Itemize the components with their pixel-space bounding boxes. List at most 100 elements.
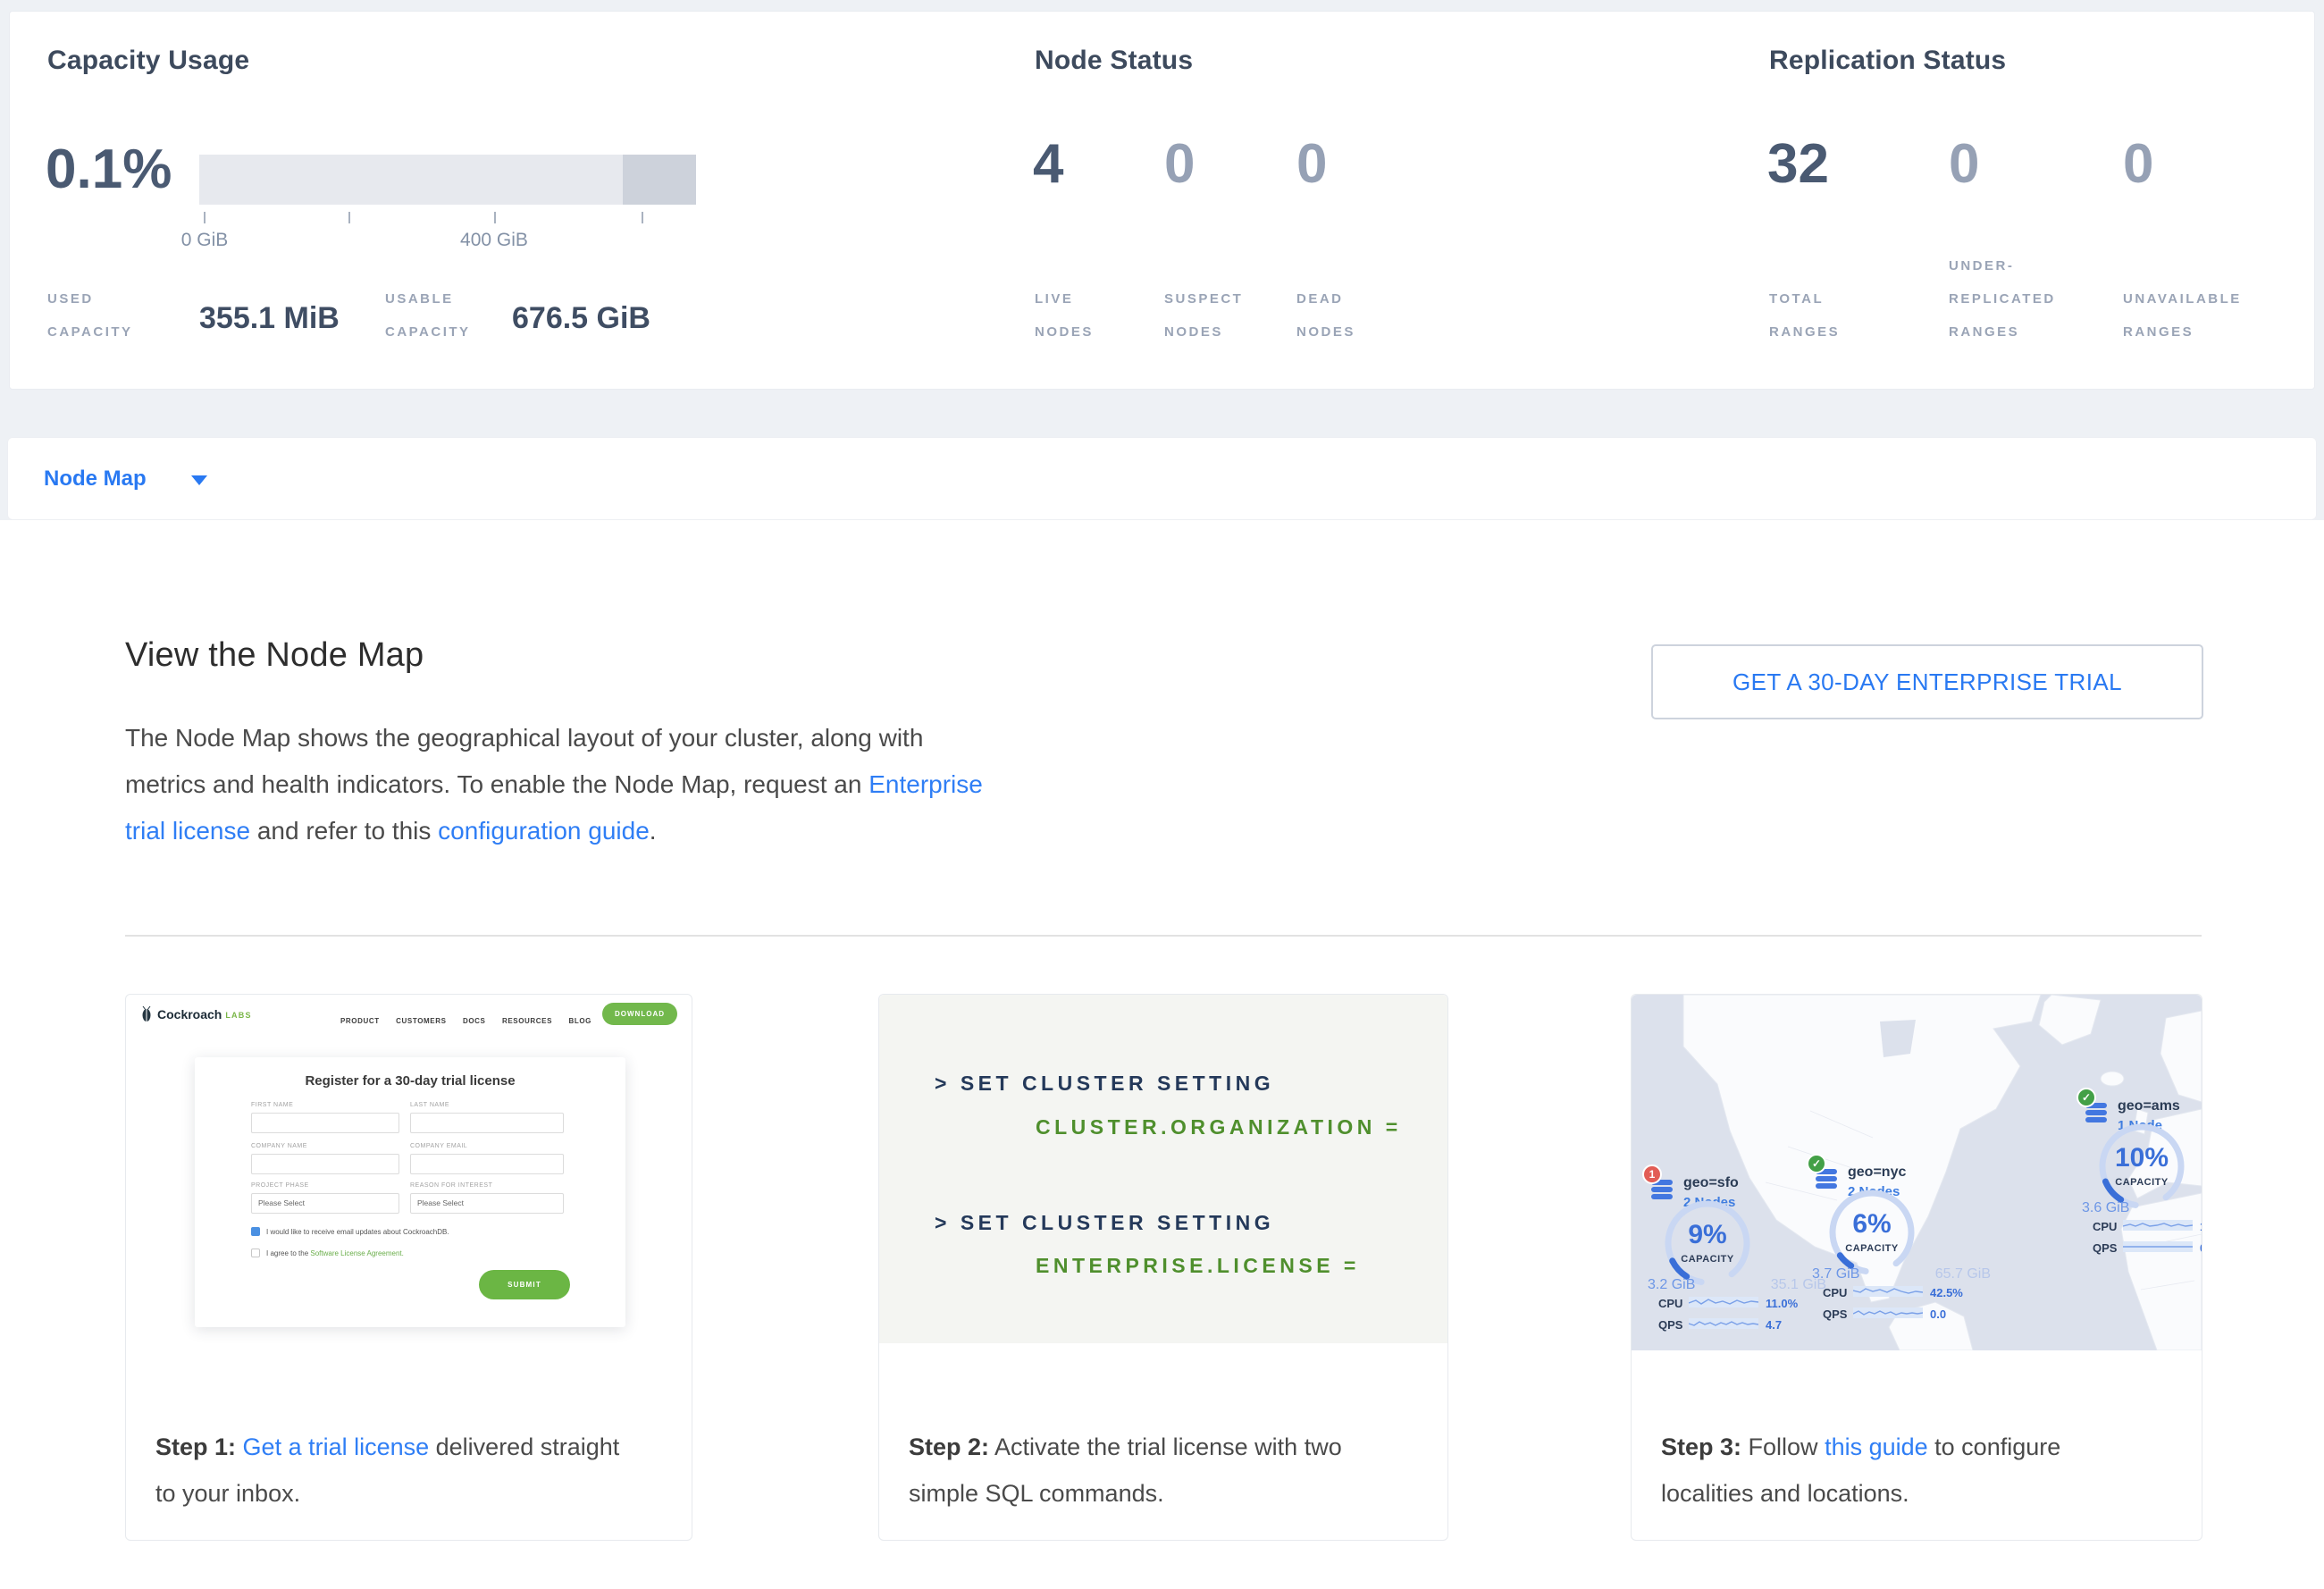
cpu-label: CPU	[2093, 1220, 2117, 1233]
enterprise-trial-license-link[interactable]: Enterprise	[868, 770, 983, 798]
suspect-nodes-label: SUSPECT	[1164, 292, 1243, 306]
capacity-percent: 9%	[1658, 1220, 1757, 1250]
qps-label: QPS	[1823, 1307, 1847, 1321]
mini-nav-item: CUSTOMERS	[396, 1017, 446, 1025]
qps-sparkline	[1689, 1316, 1758, 1331]
step-text-part: to configure	[1928, 1433, 2061, 1460]
total-ranges-label: TOTAL	[1769, 292, 1824, 306]
node-map-description: The Node Map shows the geographical layo…	[125, 715, 1054, 854]
used-capacity-label: CAPACITY	[47, 325, 133, 339]
under-replicated-label: REPLICATED	[1949, 292, 2056, 306]
replication-status-title: Replication Status	[1769, 46, 2006, 76]
used-capacity-label: USED	[47, 292, 94, 306]
cockroach-labs-logo: Cockroach LABS	[140, 1005, 252, 1022]
capacity-usage-title: Capacity Usage	[47, 46, 249, 76]
email-updates-checkbox-label: I would like to receive email updates ab…	[266, 1228, 449, 1236]
chevron-down-icon	[191, 475, 207, 485]
qps-sparkline	[1853, 1306, 1923, 1320]
under-replicated-label: UNDER-	[1949, 259, 2014, 273]
cluster-overview-page: Capacity Usage 0.1% 0 GiB 400 GiB USED C…	[0, 0, 2324, 1589]
node-map-illustration: 1 geo=sfo 2 Nodes 9% CAPACITY 3.2 GiB 35…	[1632, 995, 2202, 1350]
step-text-part: Follow	[1741, 1433, 1825, 1460]
sql-code-illustration: > SET CLUSTER SETTING CLUSTER.ORGANIZATI…	[879, 995, 1447, 1343]
capacity-usage-percent: 0.1%	[46, 142, 172, 198]
step-label: Step 3:	[1661, 1433, 1741, 1460]
capacity-label: CAPACITY	[2093, 1177, 2191, 1188]
locality-ams: ✓ geo=ams 1 Node 10% CAPACITY 3.6 GiB 34…	[2076, 1088, 2202, 1266]
capacity-label: CAPACITY	[1658, 1254, 1757, 1265]
used-capacity-value: 355.1 MiB	[199, 303, 340, 333]
sql-command: > SET CLUSTER SETTING	[935, 1072, 1274, 1096]
cockroach-icon	[140, 1005, 153, 1022]
step-1-card: Cockroach LABS PRODUCT CUSTOMERS DOCS RE…	[125, 994, 692, 1541]
capacity-usage-bar	[199, 155, 696, 205]
description-text: and refer to this	[250, 817, 438, 845]
reason-for-interest-select: Please Select	[410, 1193, 564, 1214]
trial-license-form: Register for a 30-day trial license FIRS…	[195, 1057, 625, 1327]
axis-tick	[642, 212, 643, 223]
unavailable-ranges-count: 0	[2123, 137, 2153, 192]
cluster-summary-panel: Capacity Usage 0.1% 0 GiB 400 GiB USED C…	[9, 11, 2315, 390]
dead-nodes-label: NODES	[1296, 325, 1355, 339]
capacity-total: 65.7 GiB	[1914, 1266, 1991, 1282]
live-nodes-count: 4	[1033, 137, 1063, 192]
mini-download-button: DOWNLOAD	[602, 1003, 677, 1025]
step-text-part: to your inbox.	[155, 1480, 300, 1507]
mini-nav-item: BLOG	[568, 1017, 591, 1025]
node-map-dropdown[interactable]: Node Map	[7, 437, 2317, 520]
cpu-label: CPU	[1823, 1286, 1847, 1299]
qps-value: 0.0	[1930, 1307, 1946, 1321]
mini-nav-item: PRODUCT	[340, 1017, 380, 1025]
registration-page-illustration: Cockroach LABS PRODUCT CUSTOMERS DOCS RE…	[126, 995, 692, 1359]
live-nodes-label: LIVE	[1035, 292, 1073, 306]
step-label: Step 1:	[155, 1433, 236, 1460]
qps-value: 0.0	[2200, 1241, 2202, 1255]
dead-nodes-count: 0	[1296, 137, 1327, 192]
license-agreement-checkbox-label: I agree to the Software License Agreemen…	[266, 1249, 404, 1257]
capacity-used: 3.2 GiB	[1648, 1277, 1695, 1293]
step-text-part: localities and locations.	[1661, 1480, 1909, 1507]
mini-nav-item: DOCS	[463, 1017, 486, 1025]
locality-name: geo=ams	[2118, 1098, 2180, 1114]
locality-name: geo=sfo	[1683, 1175, 1739, 1191]
field-label: PROJECT PHASE	[251, 1182, 309, 1189]
mini-submit-button: SUBMIT	[479, 1270, 570, 1299]
cpu-value: 11.0%	[1766, 1297, 1798, 1310]
locality-name: geo=nyc	[1848, 1164, 1906, 1181]
step-3-text: Step 3: Follow this guide to configure l…	[1661, 1424, 2060, 1517]
enterprise-trial-button[interactable]: GET A 30-DAY ENTERPRISE TRIAL	[1651, 644, 2203, 719]
description-text: metrics and health indicators. To enable…	[125, 770, 868, 798]
mini-nav-item: RESOURCES	[502, 1017, 552, 1025]
cpu-label: CPU	[1658, 1297, 1682, 1310]
dead-nodes-label: DEAD	[1296, 292, 1344, 306]
sql-setting: ENTERPRISE.LICENSE =	[1036, 1254, 1360, 1278]
suspect-nodes-label: NODES	[1164, 325, 1223, 339]
description-text: The Node Map shows the geographical layo…	[125, 724, 923, 752]
field-label: COMPANY NAME	[251, 1143, 307, 1149]
enterprise-trial-license-link[interactable]: trial license	[125, 817, 250, 845]
capacity-used: 3.6 GiB	[2082, 1200, 2129, 1216]
step-1-text: Step 1: Get a trial license delivered st…	[155, 1424, 619, 1517]
field-label: COMPANY EMAIL	[410, 1143, 467, 1149]
page-title: View the Node Map	[125, 636, 424, 675]
capacity-percent: 6%	[1823, 1209, 1921, 1240]
cpu-sparkline	[1853, 1284, 1923, 1299]
cpu-sparkline	[2123, 1218, 2193, 1232]
get-trial-license-link[interactable]: Get a trial license	[243, 1433, 430, 1460]
axis-tick-label: 0 GiB	[151, 230, 258, 251]
total-ranges-label: RANGES	[1769, 325, 1840, 339]
qps-label: QPS	[1658, 1318, 1682, 1332]
this-guide-link[interactable]: this guide	[1825, 1433, 1928, 1460]
ok-badge-icon: ✓	[1807, 1154, 1826, 1173]
agree-text: I agree to the	[266, 1249, 310, 1257]
unavailable-ranges-label: UNAVAILABLE	[2123, 292, 2242, 306]
step-2-text: Step 2: Activate the trial license with …	[909, 1424, 1342, 1517]
configuration-guide-link[interactable]: configuration guide	[438, 817, 650, 845]
axis-tick	[204, 212, 206, 223]
checkbox-unchecked-icon	[251, 1248, 260, 1257]
sql-command: > SET CLUSTER SETTING	[935, 1211, 1274, 1235]
sql-setting: CLUSTER.ORGANIZATION =	[1036, 1115, 1402, 1139]
capacity-percent: 10%	[2093, 1143, 2191, 1173]
locality-nyc: ✓ geo=nyc 2 Nodes 6% CAPACITY 3.7 GiB 65…	[1807, 1154, 2012, 1333]
capacity-usage-bar-segment	[623, 155, 696, 205]
